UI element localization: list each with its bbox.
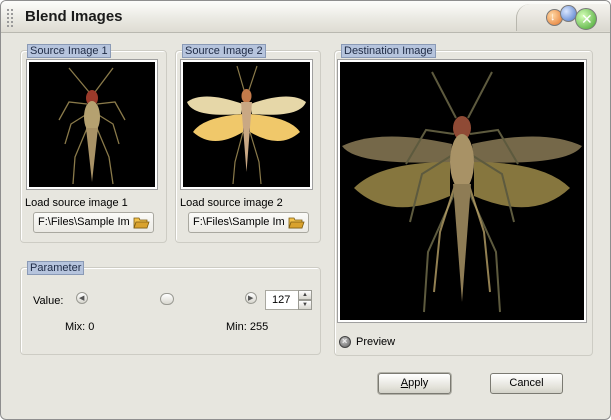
apply-button-label: pply xyxy=(408,377,429,389)
load-source-2-label: Load source image 2 xyxy=(180,197,283,209)
preview-label: Preview xyxy=(356,336,396,348)
slider-increase-button[interactable]: ▶ xyxy=(245,292,257,304)
down-arrow-icon: ↓ xyxy=(550,11,556,23)
source-2-path-field[interactable]: F:\Files\Sample Im xyxy=(188,212,309,233)
source-1-path-text: F:\Files\Sample Im xyxy=(38,216,130,228)
source-image-2-legend: Source Image 2 xyxy=(182,44,266,58)
source-2-path-text: F:\Files\Sample Im xyxy=(193,216,285,228)
left-arrow-icon: ◀ xyxy=(79,295,85,302)
parameter-group: Parameter xyxy=(20,261,321,355)
value-slider-thumb[interactable] xyxy=(159,293,174,305)
preview-x-glyph: × xyxy=(342,336,348,346)
source-image-1-preview xyxy=(26,59,158,190)
blended-grasshopper-image xyxy=(340,62,584,320)
open-folder-icon[interactable] xyxy=(133,215,150,230)
min-label: Min: 255 xyxy=(226,321,269,333)
close-circle-icon[interactable]: × xyxy=(339,336,351,348)
close-icon: ✕ xyxy=(581,11,593,27)
value-spinner[interactable]: ▲ ▼ xyxy=(298,290,312,310)
apply-button-mnemonic: A xyxy=(400,377,409,389)
drag-grip-icon[interactable] xyxy=(7,9,13,27)
blend-images-window: Blend Images ↓ ✕ Source Image 1 Load sou… xyxy=(0,0,611,420)
spin-down-icon[interactable]: ▼ xyxy=(298,300,312,310)
source-image-2-preview xyxy=(180,59,313,190)
cancel-button[interactable]: Cancel xyxy=(490,373,563,394)
slider-decrease-button[interactable]: ◀ xyxy=(76,292,88,304)
right-arrow-icon: ▶ xyxy=(248,295,254,302)
title-bar[interactable]: Blend Images ↓ ✕ xyxy=(1,1,610,33)
load-source-1-label: Load source image 1 xyxy=(25,197,128,209)
destination-image-preview xyxy=(337,59,587,323)
parameter-legend: Parameter xyxy=(27,261,85,275)
destination-image-legend: Destination Image xyxy=(341,44,436,58)
open-folder-icon[interactable] xyxy=(288,215,305,230)
mix-label: Mix: 0 xyxy=(65,321,95,333)
window-title: Blend Images xyxy=(25,8,123,25)
source-1-path-field[interactable]: F:\Files\Sample Im xyxy=(33,212,154,233)
value-spin-input[interactable]: 127 xyxy=(265,290,299,310)
grasshopper-image xyxy=(29,62,155,187)
source-image-1-legend: Source Image 1 xyxy=(27,44,111,58)
spin-up-icon[interactable]: ▲ xyxy=(298,290,312,300)
apply-button[interactable]: Apply xyxy=(378,373,451,394)
winged-grasshopper-image xyxy=(183,62,310,187)
close-button[interactable]: ✕ xyxy=(575,8,597,30)
value-label: Value: xyxy=(33,295,64,307)
